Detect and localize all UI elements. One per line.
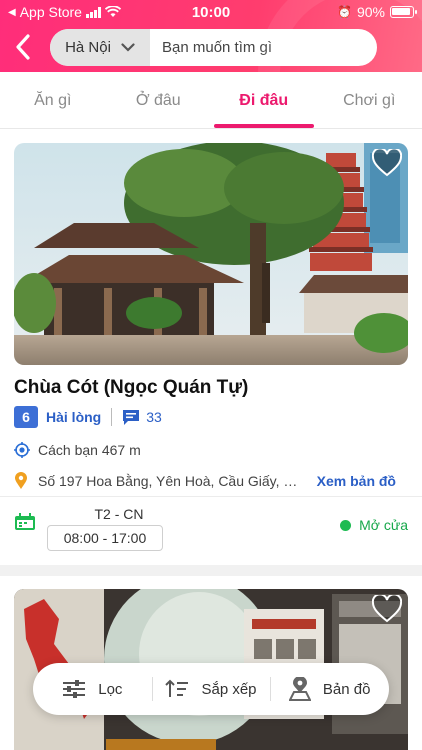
alarm-icon: ⏰: [337, 5, 352, 19]
divider: [111, 408, 113, 426]
header: ◀ App Store 10:00 ⏰ 90% Hà Nội: [0, 0, 422, 72]
search-bar: Hà Nội: [50, 29, 377, 66]
rating-label: Hài lòng: [46, 409, 102, 425]
comment-count: 33: [146, 409, 162, 425]
chevron-left-icon: [16, 34, 30, 60]
sort-icon: [165, 679, 189, 697]
opening-hours-row: T2 - CN 08:00 - 17:00 Mở cửa: [14, 505, 408, 553]
city-label: Hà Nội: [65, 39, 111, 56]
battery-icon: [390, 6, 417, 18]
heart-icon[interactable]: [372, 595, 402, 623]
place-photo[interactable]: [14, 143, 408, 365]
address-row: Số 197 Hoa Bằng, Yên Hoà, Cầu Giấy, Hà N…: [14, 470, 408, 492]
view-map-link[interactable]: Xem bản đồ: [317, 473, 396, 489]
sort-button[interactable]: Sắp xếp: [151, 663, 271, 715]
tab-an-gi[interactable]: Ăn gì: [0, 72, 106, 128]
status-time: 10:00: [191, 4, 231, 21]
filter-label: Lọc: [98, 680, 123, 698]
map-location-icon: [288, 677, 311, 701]
map-label: Bản đồ: [322, 680, 371, 698]
battery-percent: 90%: [356, 4, 385, 20]
tab-o-dau[interactable]: Ở đâu: [106, 72, 212, 128]
calendar-icon: [15, 513, 35, 530]
score-badge: 6: [14, 406, 38, 428]
card-divider: [0, 496, 422, 497]
open-days: T2 - CN: [94, 506, 144, 522]
distance-text: Cách bạn 467 m: [38, 442, 141, 458]
place-card[interactable]: Chùa Cót (Ngọc Quán Tự) 6 Hài lòng 33 Cá…: [0, 129, 422, 565]
open-hours: 08:00 - 17:00: [47, 525, 163, 551]
rating-row: 6 Hài lòng 33: [14, 406, 162, 428]
tab-choi-gi[interactable]: Chơi gì: [317, 72, 422, 128]
heart-icon[interactable]: [372, 149, 402, 177]
location-target-icon: [14, 442, 30, 458]
back-button[interactable]: [8, 30, 38, 64]
distance-row: Cách bạn 467 m: [14, 442, 141, 458]
tab-di-dau[interactable]: Đi đâu: [211, 72, 317, 128]
place-name[interactable]: Chùa Cót (Ngọc Quán Tự): [14, 377, 248, 399]
chevron-down-icon: [121, 43, 135, 52]
bottom-action-bar: Lọc Sắp xếp Bản đồ: [33, 663, 389, 715]
filter-sliders-icon: [63, 680, 86, 698]
search-input[interactable]: [150, 29, 377, 66]
city-selector[interactable]: Hà Nội: [50, 29, 150, 66]
map-pin-icon: [15, 472, 27, 489]
filter-button[interactable]: Lọc: [33, 663, 152, 715]
status-dot: [340, 519, 352, 531]
temple-photo-illustration: [14, 143, 408, 365]
open-status-label: Mở cửa: [359, 517, 408, 533]
address-text: Số 197 Hoa Bằng, Yên Hoà, Cầu Giấy, Hà N…: [38, 473, 298, 489]
status-bar: ◀ App Store 10:00 ⏰ 90%: [0, 0, 422, 24]
comment-icon: [123, 409, 140, 425]
sort-label: Sắp xếp: [201, 680, 257, 698]
open-status: Mở cửa: [340, 517, 408, 533]
category-tabs: Ăn gì Ở đâu Đi đâu Chơi gì: [0, 72, 422, 129]
map-button[interactable]: Bản đồ: [270, 663, 389, 715]
